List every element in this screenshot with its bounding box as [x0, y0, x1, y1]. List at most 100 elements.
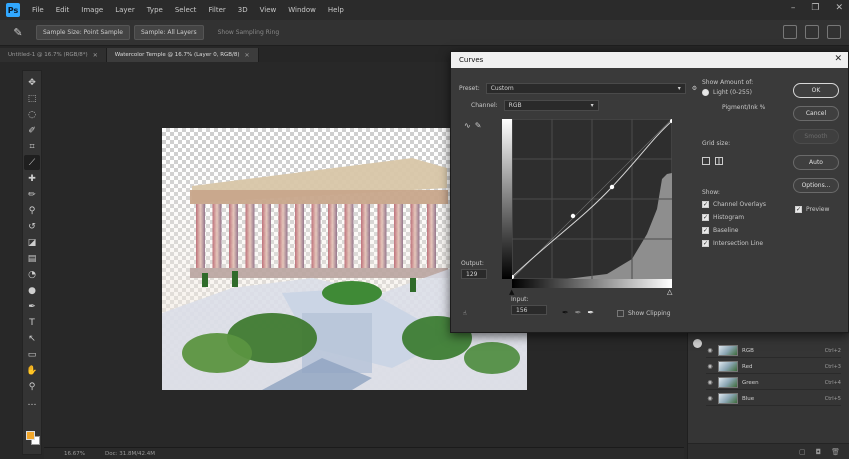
- simple-grid-icon[interactable]: [702, 157, 710, 165]
- menu-filter[interactable]: Filter: [202, 6, 231, 14]
- black-point-slider[interactable]: ▲: [509, 288, 514, 296]
- type-tool-icon[interactable]: T: [24, 315, 40, 330]
- curve-point[interactable]: [609, 184, 615, 190]
- channel-row[interactable]: ◉ RGB Ctrl+2: [706, 344, 841, 358]
- output-field[interactable]: 129: [461, 269, 487, 279]
- foreground-color-swatch[interactable]: [26, 431, 35, 440]
- eyedropper-tool-icon[interactable]: ⟋: [24, 155, 40, 170]
- target-adjust-icon[interactable]: ☝: [463, 310, 467, 317]
- more-tools-icon[interactable]: …: [24, 395, 40, 410]
- checkbox-icon[interactable]: ✓: [702, 201, 709, 208]
- preview-option[interactable]: ✓ Preview: [795, 206, 829, 213]
- black-eyedropper-icon[interactable]: ✒: [562, 308, 569, 317]
- move-tool-icon[interactable]: ✥: [24, 75, 40, 90]
- eraser-tool-icon[interactable]: ◪: [24, 235, 40, 250]
- channel-row[interactable]: ◉ Red Ctrl+3: [706, 360, 841, 374]
- light-radio[interactable]: [702, 89, 709, 96]
- menu-layer[interactable]: Layer: [109, 6, 141, 14]
- options-button[interactable]: Options...: [793, 178, 839, 193]
- preset-options-icon[interactable]: ⚙: [692, 85, 697, 92]
- menu-type[interactable]: Type: [141, 6, 169, 14]
- path-selection-tool-icon[interactable]: ↖: [24, 331, 40, 346]
- workspace-icon[interactable]: [805, 25, 819, 39]
- channel-overlays-option[interactable]: ✓ Channel Overlays: [702, 201, 766, 208]
- hand-tool-icon[interactable]: ✋: [24, 363, 40, 378]
- menu-3d[interactable]: 3D: [232, 6, 254, 14]
- menu-window[interactable]: Window: [282, 6, 322, 14]
- brush-tool-icon[interactable]: ✏: [24, 187, 40, 202]
- document-tab-2[interactable]: Watercolor Temple @ 16.7% (Layer 0, RGB/…: [106, 48, 259, 62]
- minimize-icon[interactable]: –: [791, 3, 796, 13]
- panel-icon[interactable]: [693, 339, 702, 348]
- pen-tool-icon[interactable]: ✒: [24, 299, 40, 314]
- curve-point-tool-icon[interactable]: ∿: [464, 121, 471, 130]
- curve-point[interactable]: [570, 213, 576, 219]
- menu-select[interactable]: Select: [169, 6, 203, 14]
- lasso-tool-icon[interactable]: ◌: [24, 107, 40, 122]
- light-option[interactable]: Light (0-255): [702, 89, 765, 96]
- show-clipping-option[interactable]: Show Clipping: [617, 310, 671, 317]
- sample-layers-select[interactable]: Sample: All Layers: [133, 25, 204, 40]
- close-icon[interactable]: ✕: [834, 54, 842, 64]
- channel-select[interactable]: RGB ▾: [503, 100, 599, 111]
- close-icon[interactable]: ✕: [245, 52, 250, 59]
- eyedropper-tool-icon[interactable]: ✎: [8, 24, 28, 42]
- menu-image[interactable]: Image: [75, 6, 109, 14]
- new-channel-icon[interactable]: ▢: [799, 448, 806, 456]
- eye-icon[interactable]: ◉: [706, 347, 714, 354]
- preview-checkbox[interactable]: ✓: [795, 206, 802, 213]
- smooth-button[interactable]: Smooth: [793, 129, 839, 144]
- document-tab-1[interactable]: Untitled-1 @ 16.7% (RGB/8*) ✕: [0, 48, 107, 62]
- dialog-title-bar[interactable]: Curves ✕: [451, 52, 848, 68]
- healing-brush-tool-icon[interactable]: ✚: [24, 171, 40, 186]
- zoom-level[interactable]: 16.67%: [64, 451, 85, 457]
- checkbox-icon[interactable]: ✓: [702, 227, 709, 234]
- channel-row[interactable]: ◉ Green Ctrl+4: [706, 376, 841, 390]
- history-brush-tool-icon[interactable]: ↺: [24, 219, 40, 234]
- preset-select[interactable]: Custom ▾: [485, 83, 686, 94]
- intersection-line-option[interactable]: ✓ Intersection Line: [702, 240, 766, 247]
- rectangle-tool-icon[interactable]: ▭: [24, 347, 40, 362]
- eye-icon[interactable]: ◉: [706, 363, 714, 370]
- share-icon[interactable]: [827, 25, 841, 39]
- channel-row[interactable]: ◉ Blue Ctrl+5: [706, 392, 841, 406]
- auto-button[interactable]: Auto: [793, 155, 839, 170]
- show-clipping-checkbox[interactable]: [617, 310, 624, 317]
- eye-icon[interactable]: ◉: [706, 395, 714, 402]
- menu-view[interactable]: View: [254, 6, 283, 14]
- pencil-icon[interactable]: ✎: [475, 121, 482, 130]
- cancel-button[interactable]: Cancel: [793, 106, 839, 121]
- menu-edit[interactable]: Edit: [50, 6, 76, 14]
- white-eyedropper-icon[interactable]: ✒: [587, 308, 594, 317]
- marquee-tool-icon[interactable]: ⬚: [24, 91, 40, 106]
- detailed-grid-icon[interactable]: [715, 157, 723, 165]
- zoom-tool-icon[interactable]: ⚲: [24, 379, 40, 394]
- close-icon[interactable]: ✕: [93, 52, 98, 59]
- checkbox-icon[interactable]: ✓: [702, 214, 709, 221]
- checkbox-icon[interactable]: ✓: [702, 240, 709, 247]
- clone-stamp-tool-icon[interactable]: ⚲: [24, 203, 40, 218]
- dodge-tool-icon[interactable]: ●: [24, 283, 40, 298]
- menu-file[interactable]: File: [26, 6, 50, 14]
- white-point-slider[interactable]: △: [667, 288, 672, 296]
- menu-help[interactable]: Help: [322, 6, 350, 14]
- search-icon[interactable]: [783, 25, 797, 39]
- ok-button[interactable]: OK: [793, 83, 839, 98]
- pigment-option[interactable]: Pigment/Ink %: [722, 104, 765, 111]
- gradient-tool-icon[interactable]: ▤: [24, 251, 40, 266]
- input-field[interactable]: 156: [511, 305, 547, 315]
- crop-tool-icon[interactable]: ⌗: [24, 139, 40, 154]
- mask-icon[interactable]: ◘: [816, 448, 822, 456]
- gray-eyedropper-icon[interactable]: ✒: [575, 308, 582, 317]
- maximize-icon[interactable]: ❐: [811, 3, 819, 13]
- close-window-icon[interactable]: ✕: [835, 3, 843, 13]
- sample-size-select[interactable]: Sample Size: Point Sample: [36, 25, 130, 40]
- histogram-option[interactable]: ✓ Histogram: [702, 214, 766, 221]
- curve-graph[interactable]: [512, 119, 672, 279]
- quick-select-tool-icon[interactable]: ✐: [24, 123, 40, 138]
- show-sampling-ring-option[interactable]: Show Sampling Ring: [218, 29, 280, 36]
- baseline-option[interactable]: ✓ Baseline: [702, 227, 766, 234]
- trash-icon[interactable]: 🗑: [831, 448, 840, 456]
- eye-icon[interactable]: ◉: [706, 379, 714, 386]
- blur-tool-icon[interactable]: ◔: [24, 267, 40, 282]
